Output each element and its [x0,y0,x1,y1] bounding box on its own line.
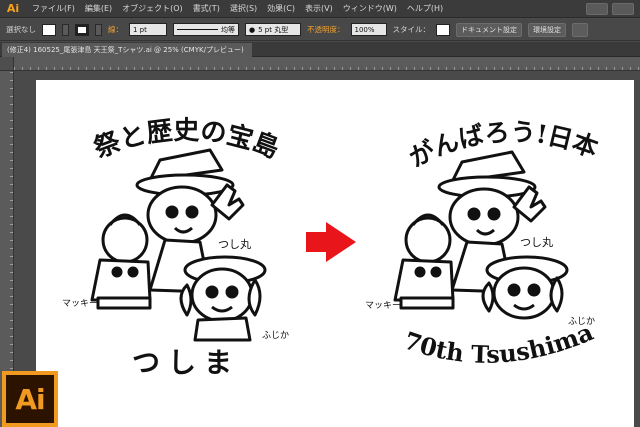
panel-menu-icon[interactable] [572,22,588,37]
menu-view[interactable]: 表示(V) [300,0,338,18]
menu-type[interactable]: 書式(T) [188,0,225,18]
document-setup-button[interactable]: ドキュメント設定 [456,22,522,37]
menu-select[interactable]: 選択(S) [225,0,262,18]
opacity-field[interactable]: 100% [350,23,387,36]
ruler-origin[interactable] [0,57,14,71]
graphic-style-swatch[interactable] [436,23,450,36]
stroke-dropdown[interactable] [95,23,102,36]
menu-help[interactable]: ヘルプ(H) [402,0,448,18]
artboard[interactable] [36,80,634,427]
stroke-weight-field[interactable]: 1 pt [129,23,167,36]
menu-bar: Ai ファイル(F) 編集(E) オブジェクト(O) 書式(T) 選択(S) 効… [0,0,640,18]
document-tab[interactable]: (修正4) 160525_尾張津島 天王祭_Tシャツ.ai @ 25% (CMY… [2,43,252,57]
stroke-swatch[interactable] [75,23,89,36]
illustrator-logo-badge: Ai [2,371,58,427]
stroke-label[interactable]: 線： [108,24,123,35]
menu-file[interactable]: ファイル(F) [27,0,80,18]
menu-object[interactable]: オブジェクト(O) [117,0,188,18]
horizontal-ruler[interactable] [14,57,640,71]
opacity-label[interactable]: 不透明度： [307,24,345,35]
selection-status: 選択なし [6,25,36,34]
control-bar: 選択なし 線： 1 pt 均等 ● 5 pt 丸型 不透明度： 100% スタイル… [0,19,640,41]
variable-width-profile[interactable]: 均等 [173,23,239,36]
brush-label: 5 pt 丸型 [258,25,289,34]
menu-edit[interactable]: 編集(E) [80,0,117,18]
menu-window[interactable]: ウィンドウ(W) [338,0,402,18]
preferences-button[interactable]: 環境設定 [528,22,566,37]
fill-dropdown[interactable] [62,23,69,36]
style-label: スタイル： [392,25,431,34]
document-tab-strip: (修正4) 160525_尾張津島 天王祭_Tシャツ.ai @ 25% (CMY… [0,42,640,57]
illustrator-app-icon[interactable]: Ai [3,1,23,17]
fill-swatch[interactable] [42,23,56,36]
arrange-documents-button[interactable] [612,2,634,15]
profile-label: 均等 [221,25,235,34]
menu-effect[interactable]: 効果(C) [262,0,300,18]
bridge-button[interactable] [586,2,608,15]
brush-definition[interactable]: ● 5 pt 丸型 [245,23,301,36]
